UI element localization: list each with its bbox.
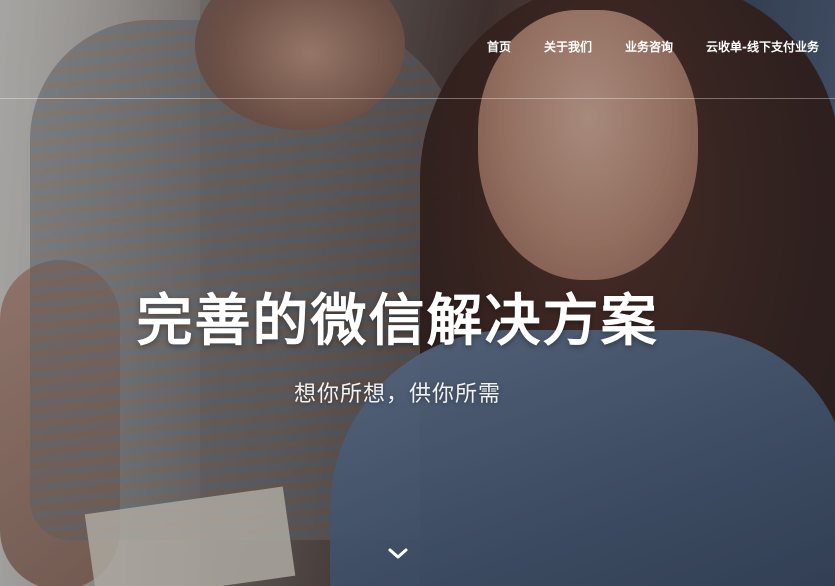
nav-item-offline-payment[interactable]: 云收单-线下支付业务: [706, 38, 819, 55]
chevron-down-icon[interactable]: [386, 544, 410, 564]
top-navigation: 首页 关于我们 业务咨询 云收单-线下支付业务: [0, 0, 835, 99]
nav-item-home[interactable]: 首页: [487, 38, 511, 55]
nav-item-consulting[interactable]: 业务咨询: [625, 38, 673, 55]
hero-subtitle: 想你所想，供你所需: [293, 382, 501, 407]
hero-title: 完善的微信解决方案: [136, 289, 659, 354]
nav-item-about[interactable]: 关于我们: [544, 38, 592, 55]
hero-section: 首页 关于我们 业务咨询 云收单-线下支付业务 完善的微信解决方案 想你所想，供…: [0, 0, 835, 586]
nav-menu: 首页 关于我们 业务咨询 云收单-线下支付业务: [454, 38, 819, 55]
